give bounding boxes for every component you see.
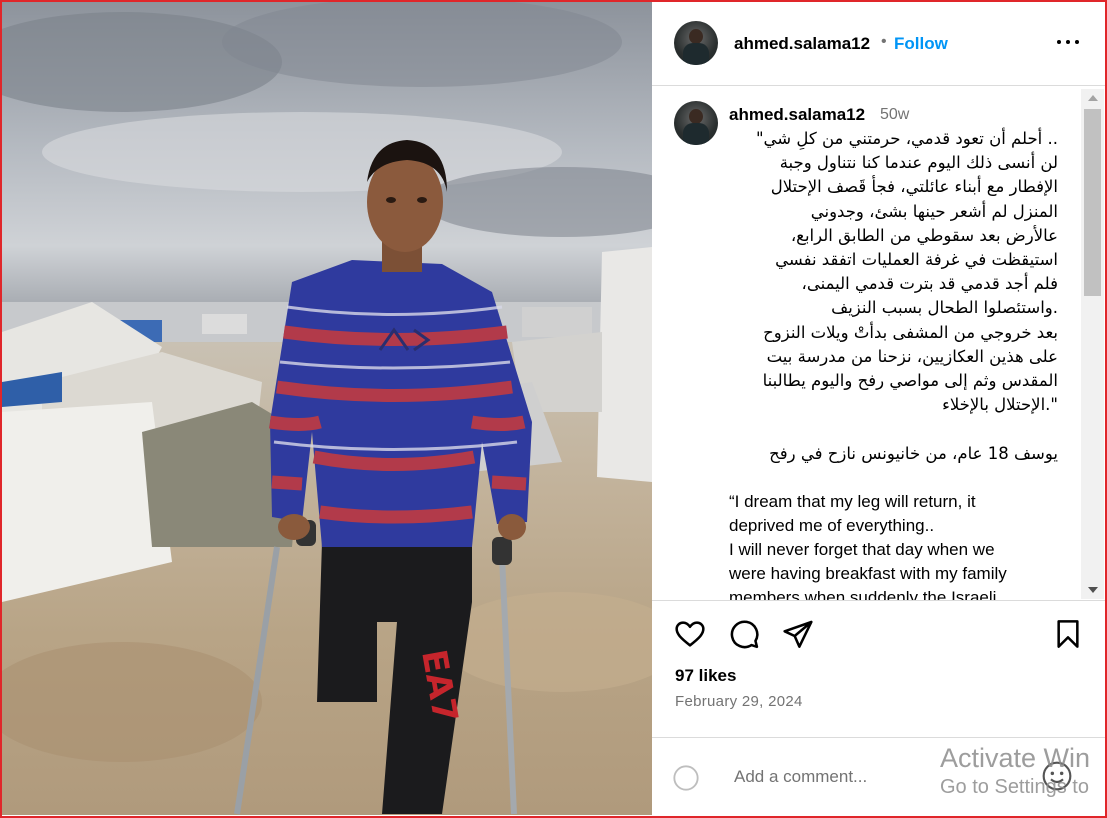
emoji-smiley-icon[interactable] xyxy=(672,764,700,792)
comment-bubble-icon[interactable] xyxy=(728,618,760,650)
comment-bar xyxy=(652,737,1105,815)
paper-plane-icon[interactable] xyxy=(782,618,814,650)
post-header: ahmed.salama12 • Follow xyxy=(652,2,1105,86)
caption-english: “I dream that my leg will return, it dep… xyxy=(729,492,1007,601)
avatar[interactable] xyxy=(674,101,718,145)
comment-input[interactable] xyxy=(734,762,1014,792)
scrollbar[interactable] xyxy=(1081,89,1104,599)
scroll-down-arrow-icon[interactable] xyxy=(1088,587,1098,593)
avatar[interactable] xyxy=(674,21,718,65)
caption-username[interactable]: ahmed.salama12 xyxy=(729,105,865,125)
likes-count[interactable]: 97 likes xyxy=(675,666,736,686)
separator-dot: • xyxy=(881,33,887,50)
follow-button[interactable]: Follow xyxy=(894,34,948,54)
post-date: February 29, 2024 xyxy=(675,693,803,710)
heart-icon[interactable] xyxy=(674,618,706,650)
action-bar xyxy=(652,612,1105,658)
post-details-panel: ahmed.salama12 • Follow ahmed.salama12 5… xyxy=(652,2,1105,815)
scroll-up-arrow-icon[interactable] xyxy=(1088,95,1098,101)
header-username[interactable]: ahmed.salama12 xyxy=(734,34,870,54)
scrollbar-thumb[interactable] xyxy=(1084,109,1101,296)
post-photo[interactable]: EA7 xyxy=(2,2,652,815)
caption-arabic-signature: يوسف 18 عام، من خانيونس نازح في رفح xyxy=(769,444,1058,463)
post-time[interactable]: 50w xyxy=(880,106,909,124)
emoji-smiley-icon[interactable] xyxy=(1041,760,1073,792)
more-options-icon[interactable] xyxy=(1056,32,1080,52)
caption-area: ahmed.salama12 50w .. أحلم أن تعود قدمي،… xyxy=(652,87,1105,601)
caption-arabic: .. أحلم أن تعود قدمي، حرمتني من كلِ شي" … xyxy=(755,129,1058,415)
photo-illustration: EA7 xyxy=(2,2,652,815)
bookmark-icon[interactable] xyxy=(1052,618,1084,650)
